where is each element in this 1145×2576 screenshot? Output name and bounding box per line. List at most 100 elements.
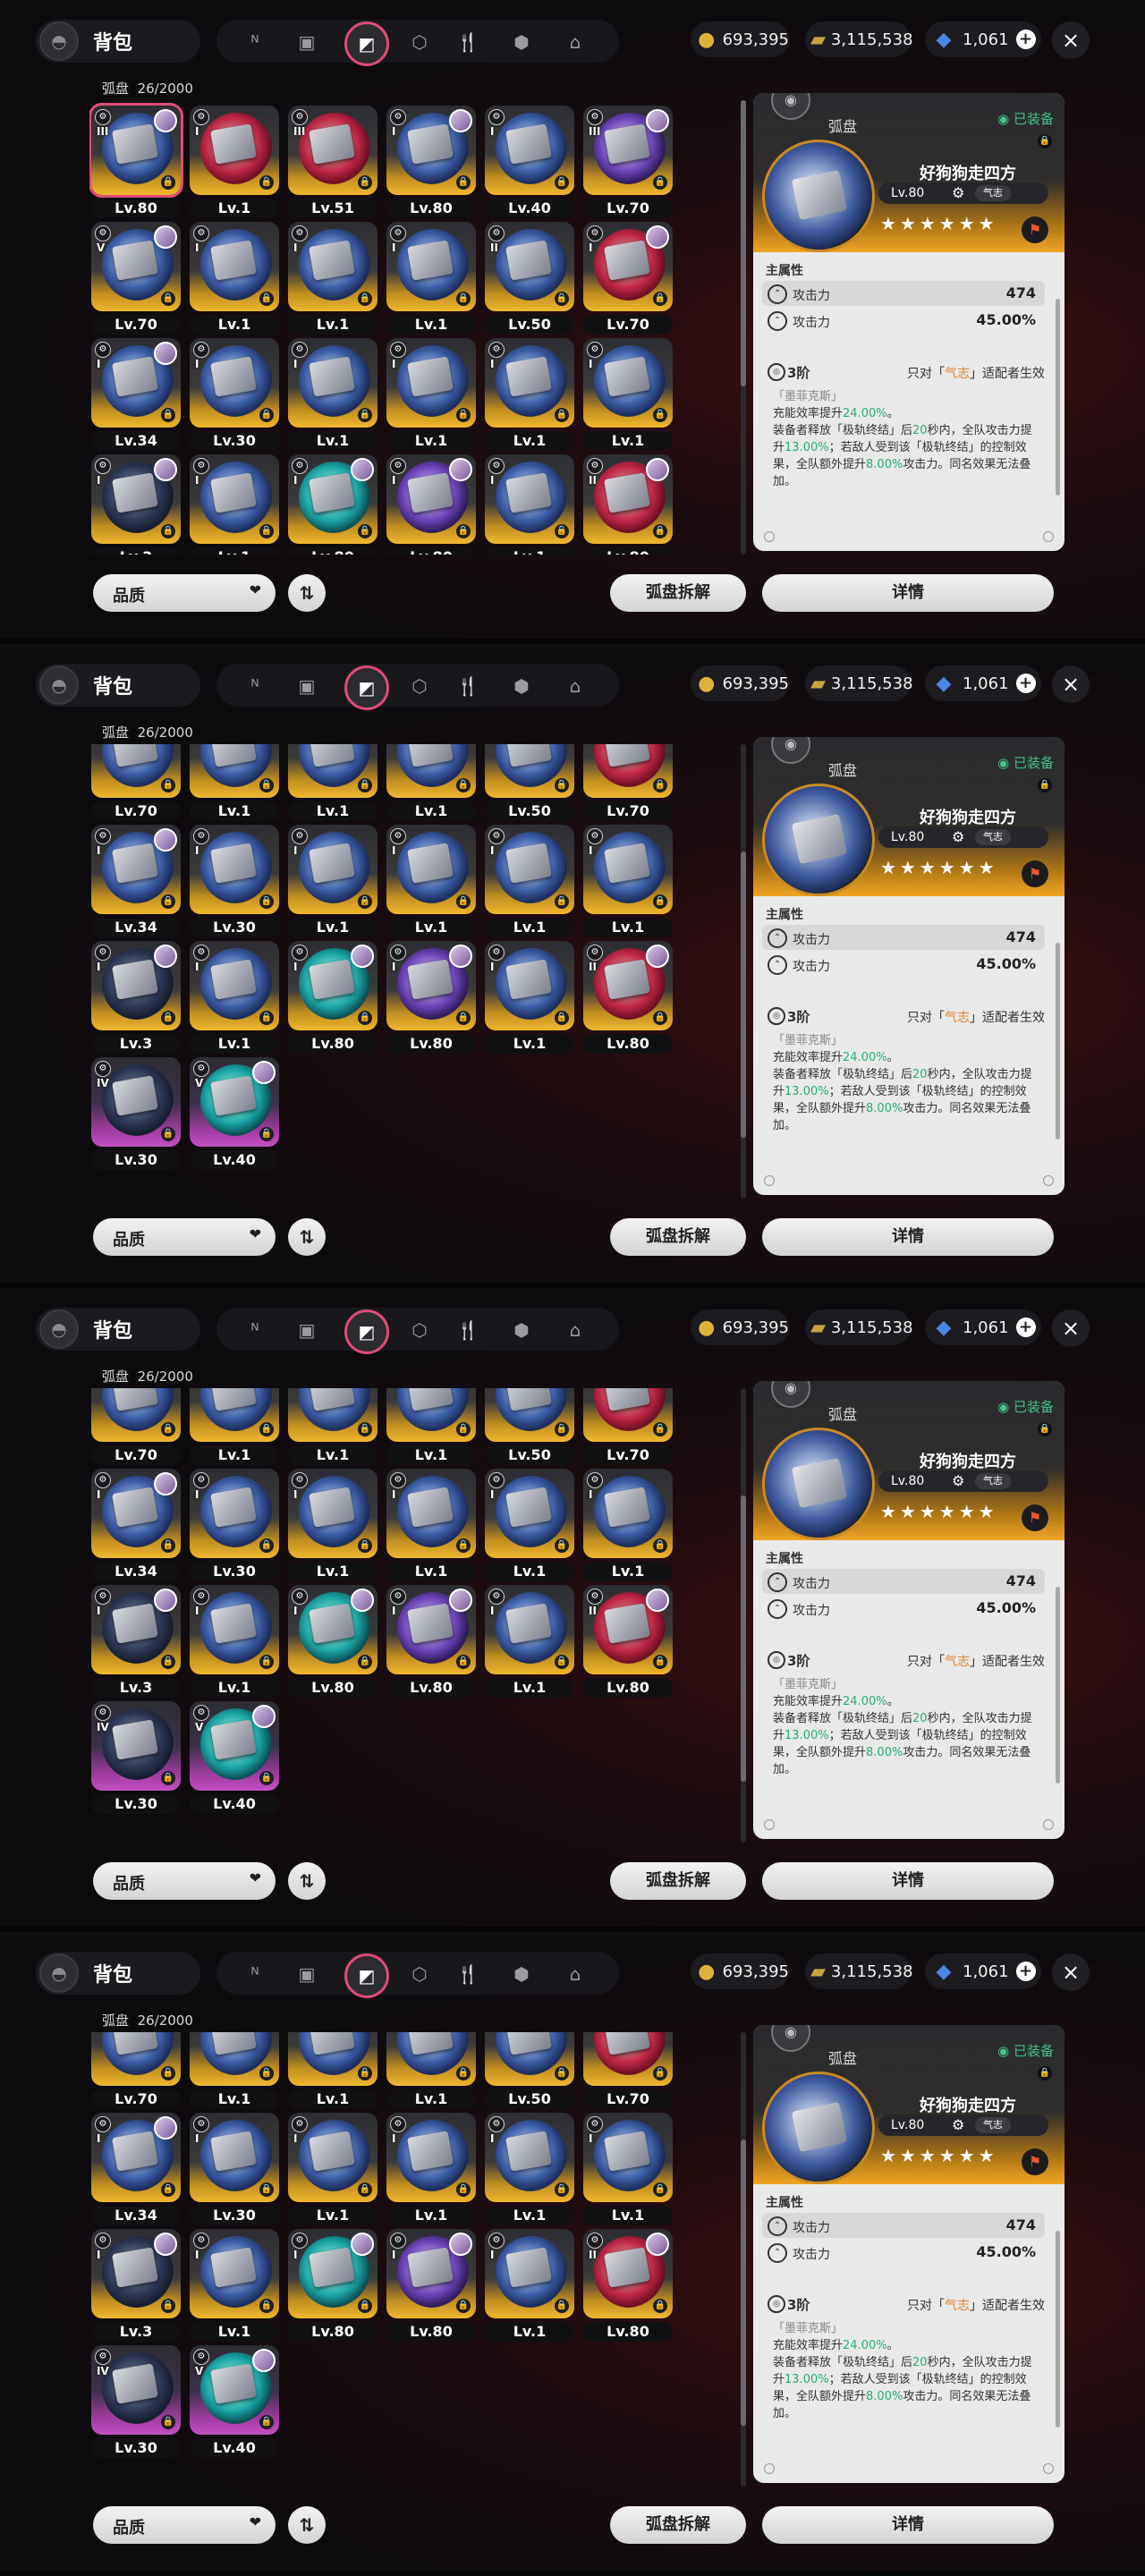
- disc-icon[interactable]: ◩: [344, 21, 389, 66]
- device-icon[interactable]: ▣: [293, 1317, 320, 1343]
- quality-filter-dropdown[interactable]: 品质 ❤: [93, 574, 276, 612]
- grid-scrollbar[interactable]: [741, 744, 746, 1199]
- disc-item-tile[interactable]: ⚙I🔒: [386, 1388, 476, 1442]
- disc-item-tile[interactable]: ⚙I🔒: [288, 1585, 377, 1674]
- disc-item-tile[interactable]: ⚙ III 🔒: [89, 103, 183, 198]
- backpack-icon[interactable]: ◓: [39, 1953, 79, 1993]
- disc-item-tile[interactable]: ⚙I🔒: [91, 2229, 181, 2318]
- disc-item-tile[interactable]: ⚙V🔒: [91, 1388, 181, 1442]
- disc-item-tile[interactable]: ⚙I🔒: [190, 222, 279, 311]
- disc-item-tile[interactable]: ⚙I🔒: [583, 1469, 673, 1558]
- disc-item-tile[interactable]: ⚙I🔒: [485, 941, 574, 1030]
- disc-item-tile[interactable]: ⚙ IV 🔒: [91, 1701, 181, 1791]
- dismantle-button[interactable]: 弧盘拆解: [610, 2506, 746, 2544]
- disc-item-tile[interactable]: ⚙I🔒: [91, 454, 181, 544]
- backpack-icon[interactable]: ◓: [39, 21, 79, 61]
- disc-item-tile[interactable]: ⚙I🔒: [288, 941, 377, 1030]
- disc-item-tile[interactable]: ⚙I🔒: [91, 941, 181, 1030]
- disc-item-tile[interactable]: ⚙I🔒: [386, 222, 476, 311]
- disc-item-tile[interactable]: ⚙I🔒: [190, 338, 279, 428]
- house-icon[interactable]: ⌂: [562, 1961, 589, 1987]
- disc-item-tile[interactable]: ⚙I🔒: [485, 338, 574, 428]
- device-icon[interactable]: ▣: [293, 29, 320, 55]
- disc-item-tile[interactable]: ⚙I🔒: [288, 222, 377, 311]
- close-button[interactable]: ×: [1052, 665, 1090, 703]
- tool-icon[interactable]: ⬢: [508, 1961, 535, 1987]
- tool-icon[interactable]: ⬢: [508, 1317, 535, 1343]
- dismantle-button[interactable]: 弧盘拆解: [610, 1218, 746, 1256]
- currency-crystal[interactable]: ◆ 1,061 +: [925, 1953, 1041, 1989]
- disc-item-tile[interactable]: ⚙I🔒: [190, 1585, 279, 1674]
- disc-item-tile[interactable]: ⚙I🔒: [485, 2229, 574, 2318]
- disc-item-tile[interactable]: ⚙I🔒: [91, 1585, 181, 1674]
- currency-crystal[interactable]: ◆ 1,061 +: [925, 665, 1041, 701]
- disc-item-tile[interactable]: ⚙I🔒: [190, 2032, 279, 2086]
- disc-item-tile[interactable]: ⚙V🔒: [91, 2032, 181, 2086]
- grid-scrollbar[interactable]: [741, 2032, 746, 2487]
- disc-item-tile[interactable]: ⚙I🔒: [583, 222, 673, 311]
- disc-item-tile[interactable]: ⚙I🔒: [288, 2032, 377, 2086]
- house-icon[interactable]: ⌂: [562, 29, 589, 55]
- disc-item-tile[interactable]: ⚙I🔒: [190, 454, 279, 544]
- detail-button[interactable]: 详情: [762, 574, 1054, 612]
- disc-item-tile[interactable]: ⚙I🔒: [583, 2113, 673, 2202]
- house-icon[interactable]: ⌂: [562, 1317, 589, 1343]
- disc-item-tile[interactable]: ⚙I🔒: [288, 2113, 377, 2202]
- food-icon[interactable]: 🍴: [454, 1317, 481, 1343]
- disc-item-tile[interactable]: ⚙I🔒: [288, 454, 377, 544]
- dismantle-button[interactable]: 弧盘拆解: [610, 1862, 746, 1900]
- disc-item-tile[interactable]: ⚙I🔒: [288, 1388, 377, 1442]
- grid-scrollbar[interactable]: [741, 1388, 746, 1843]
- sort-order-button[interactable]: ⇅: [288, 574, 326, 612]
- lock-icon[interactable]: 🔒: [1038, 134, 1052, 148]
- disc-item-tile[interactable]: ⚙ IV 🔒: [91, 2345, 181, 2435]
- disc-item-tile[interactable]: ⚙I🔒: [288, 744, 377, 798]
- add-crystal-button[interactable]: +: [1015, 674, 1036, 693]
- sort-order-button[interactable]: ⇅: [288, 1862, 326, 1900]
- disc-item-tile[interactable]: ⚙I🔒: [386, 2229, 476, 2318]
- disc-item-tile[interactable]: ⚙I🔒: [386, 1469, 476, 1558]
- close-button[interactable]: ×: [1052, 1309, 1090, 1347]
- detail-scrollbar[interactable]: [1056, 1587, 1060, 1784]
- tool-icon[interactable]: ⬢: [508, 29, 535, 55]
- box-icon[interactable]: ⬡: [406, 1317, 433, 1343]
- scroll-thumb[interactable]: [741, 1496, 746, 1782]
- disc-item-tile[interactable]: ⚙I🔒: [485, 1469, 574, 1558]
- currency-crystal[interactable]: ◆ 1,061 +: [925, 21, 1041, 57]
- lock-icon[interactable]: 🔒: [1038, 778, 1052, 792]
- disc-item-tile[interactable]: ⚙II🔒: [485, 1388, 574, 1442]
- disc-item-tile[interactable]: ⚙I🔒: [386, 2113, 476, 2202]
- disc-item-tile[interactable]: ⚙I🔒: [190, 1469, 279, 1558]
- disc-item-tile[interactable]: ⚙I🔒: [386, 1585, 476, 1674]
- box-icon[interactable]: ⬡: [406, 673, 433, 699]
- disc-icon[interactable]: ◩: [344, 1953, 389, 1998]
- disc-item-tile[interactable]: ⚙I🔒: [386, 338, 476, 428]
- disc-item-tile[interactable]: ⚙ III 🔒: [583, 106, 673, 195]
- disc-item-tile[interactable]: ⚙II🔒: [485, 744, 574, 798]
- box-icon[interactable]: ⬡: [406, 29, 433, 55]
- device-icon[interactable]: ▣: [293, 673, 320, 699]
- food-icon[interactable]: 🍴: [454, 29, 481, 55]
- disc-item-tile[interactable]: ⚙I🔒: [583, 744, 673, 798]
- character-icon[interactable]: ᴺ: [242, 29, 268, 55]
- disc-item-tile[interactable]: ⚙I🔒: [386, 106, 476, 195]
- disc-item-tile[interactable]: ⚙I🔒: [386, 744, 476, 798]
- disc-item-tile[interactable]: ⚙ IV 🔒: [91, 1057, 181, 1147]
- add-crystal-button[interactable]: +: [1015, 1962, 1036, 1981]
- lock-icon[interactable]: 🔒: [1038, 2066, 1052, 2080]
- disc-item-tile[interactable]: ⚙V🔒: [190, 2345, 279, 2435]
- detail-button[interactable]: 详情: [762, 1862, 1054, 1900]
- disc-item-tile[interactable]: ⚙I🔒: [190, 825, 279, 914]
- disc-item-tile[interactable]: ⚙I🔒: [91, 1469, 181, 1558]
- scroll-thumb[interactable]: [741, 852, 746, 1138]
- add-crystal-button[interactable]: +: [1015, 30, 1036, 49]
- disc-item-tile[interactable]: ⚙I🔒: [386, 454, 476, 544]
- tool-icon[interactable]: ⬢: [508, 673, 535, 699]
- disc-item-tile[interactable]: ⚙I🔒: [190, 2113, 279, 2202]
- sort-order-button[interactable]: ⇅: [288, 1218, 326, 1256]
- character-icon[interactable]: ᴺ: [242, 1317, 268, 1343]
- dismantle-button[interactable]: 弧盘拆解: [610, 574, 746, 612]
- quality-filter-dropdown[interactable]: 品质 ❤: [93, 1862, 276, 1900]
- detail-scrollbar[interactable]: [1056, 299, 1060, 496]
- disc-item-tile[interactable]: ⚙I🔒: [485, 454, 574, 544]
